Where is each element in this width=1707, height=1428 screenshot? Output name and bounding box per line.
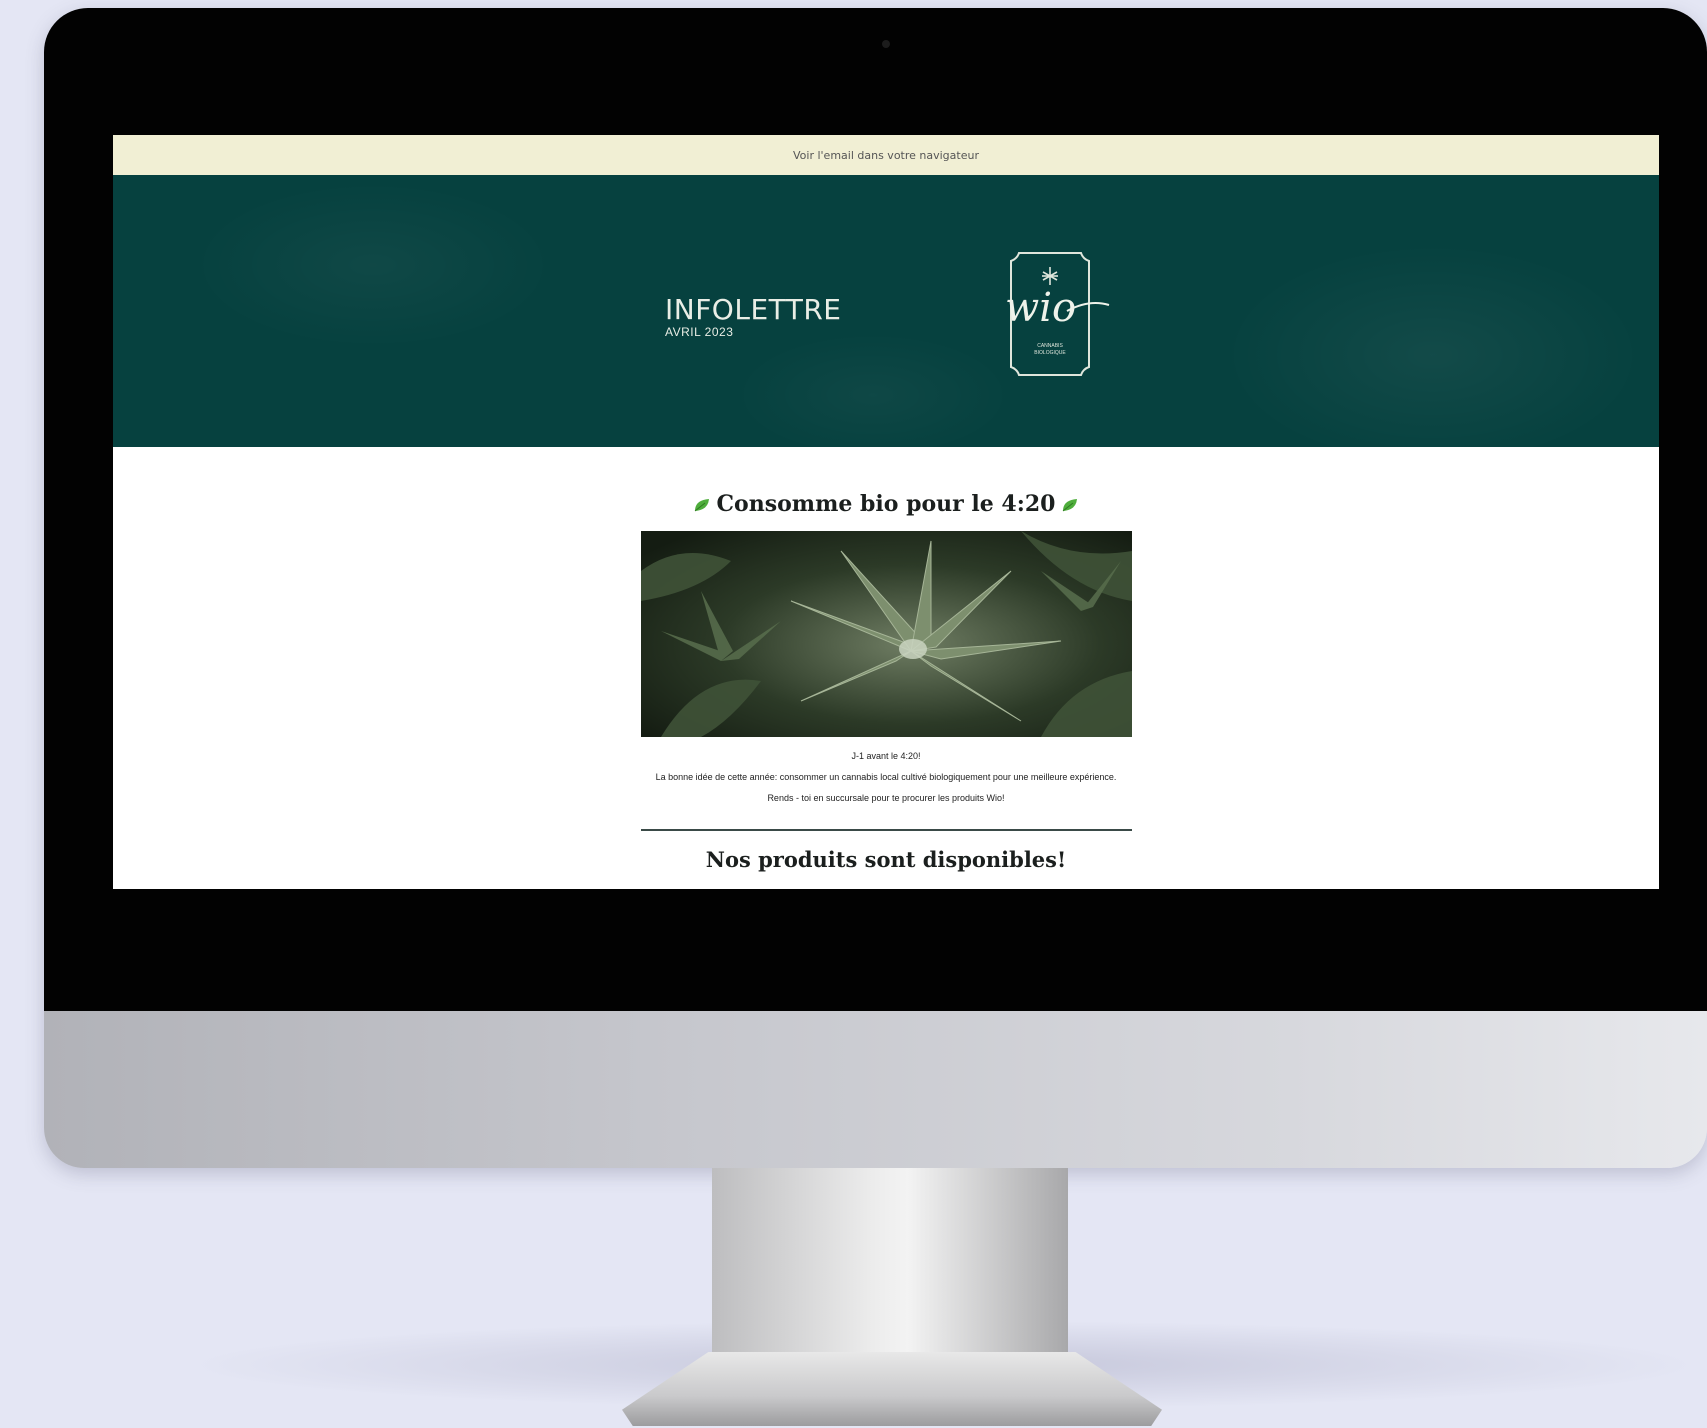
leaf-icon bbox=[694, 499, 709, 512]
camera-icon bbox=[882, 40, 890, 48]
logo-tagline-line2: BIOLOGIQUE bbox=[1034, 350, 1066, 356]
view-in-browser-link[interactable]: Voir l'email dans votre navigateur bbox=[793, 149, 979, 162]
logo-wordmark: wio bbox=[1005, 285, 1076, 331]
section-heading-text: Consomme bio pour le 4:20 bbox=[716, 491, 1056, 517]
image-caption: J-1 avant le 4:20! bbox=[851, 751, 921, 761]
browser-view-bar: Voir l'email dans votre navigateur bbox=[113, 135, 1659, 175]
section-divider bbox=[640, 829, 1132, 831]
brand-logo[interactable]: wio CANNABIS BIOLOGIQUE bbox=[997, 245, 1119, 383]
newsletter-header: INFOLETTRE AVRIL 2023 wio CANNABIS BIOLO… bbox=[113, 175, 1659, 447]
monitor-stand bbox=[712, 1168, 1068, 1378]
monitor-stand-base bbox=[622, 1352, 1162, 1426]
cannabis-plant-image bbox=[640, 531, 1132, 737]
newsletter-date: AVRIL 2023 bbox=[665, 325, 734, 339]
leaf-icon bbox=[1063, 499, 1078, 512]
next-section-heading: Nos produits sont disponibles! bbox=[705, 847, 1067, 872]
section-body-text: La bonne idée de cette année: consommer … bbox=[655, 772, 1117, 803]
newsletter-title: INFOLETTRE bbox=[665, 293, 842, 326]
monitor-chin bbox=[44, 1011, 1707, 1168]
cannabis-leaf-icon bbox=[1042, 267, 1058, 285]
section-heading: Consomme bio pour le 4:20 bbox=[641, 489, 1132, 519]
screen: Voir l'email dans votre navigateur INFOL… bbox=[113, 135, 1659, 889]
header-title-block: INFOLETTRE AVRIL 2023 bbox=[665, 293, 842, 340]
newsletter-content: Consomme bio pour le 4:20 J-1 avant le 4… bbox=[640, 489, 1132, 875]
logo-tagline-line1: CANNABIS bbox=[1037, 343, 1063, 349]
